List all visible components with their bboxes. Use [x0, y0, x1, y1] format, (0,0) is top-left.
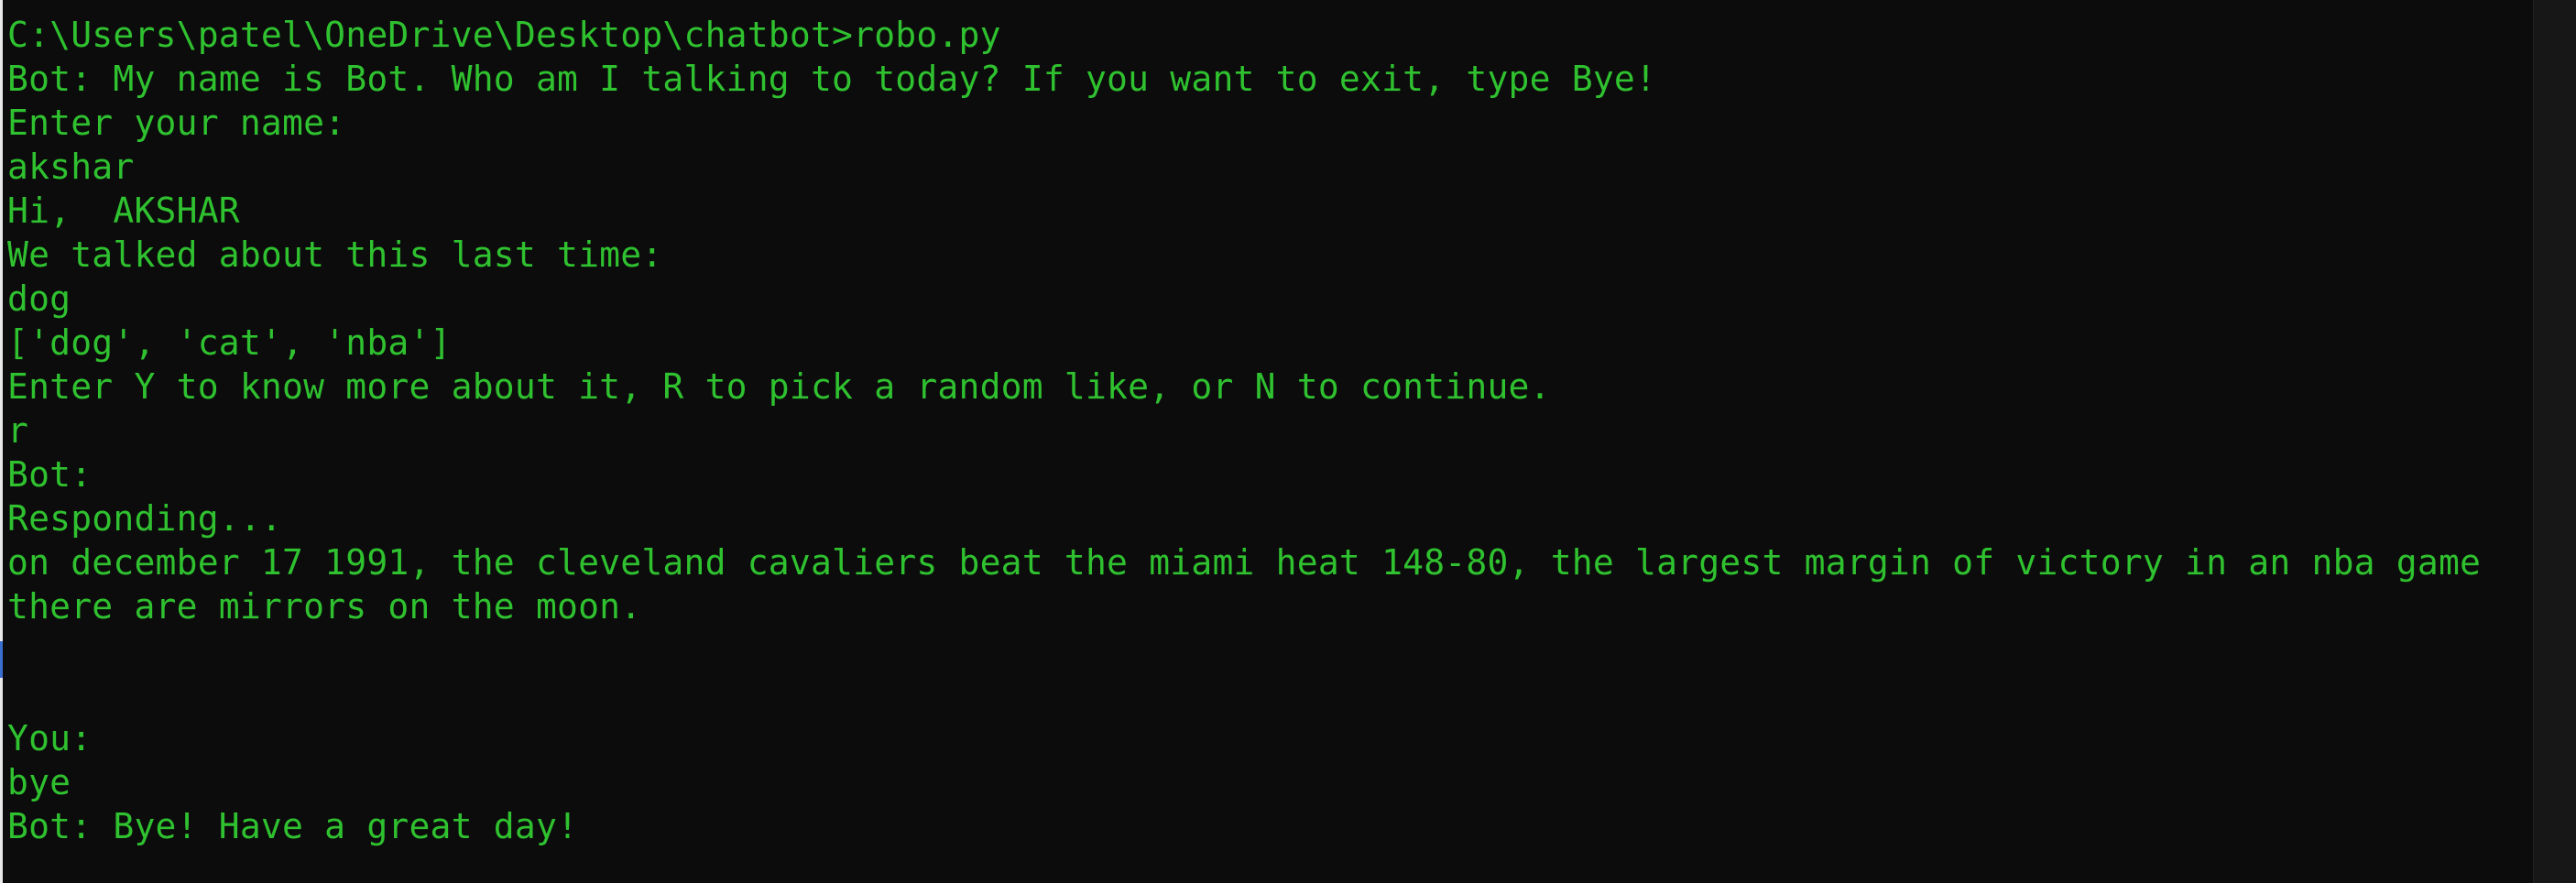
output-line: We talked about this last time:: [7, 234, 663, 275]
output-line: Bot: Bye! Have a great day!: [7, 806, 579, 846]
output-line: dog: [7, 278, 71, 319]
output-line: Enter Y to know more about it, R to pick…: [7, 366, 1551, 407]
output-line: Bot: My name is Bot. Who am I talking to…: [7, 59, 1657, 99]
user-input-line: bye: [7, 762, 71, 802]
output-line: ['dog', 'cat', 'nba']: [7, 322, 452, 363]
window-left-edge: [0, 0, 3, 883]
output-line: You:: [7, 718, 93, 758]
output-line: there are mirrors on the moon.: [7, 586, 642, 627]
output-line: Responding...: [7, 498, 283, 539]
user-input-line: akshar: [7, 147, 135, 187]
output-line: Enter your name:: [7, 103, 346, 143]
output-line: on december 17 1991, the cleveland caval…: [7, 542, 2482, 583]
output-line: Bot:: [7, 454, 93, 495]
terminal-output: C:\Users\patel\OneDrive\Desktop\chatbot>…: [7, 13, 2481, 848]
user-input-line: r: [7, 410, 29, 451]
terminal-window[interactable]: C:\Users\patel\OneDrive\Desktop\chatbot>…: [0, 0, 2534, 883]
output-line: Hi, AKSHAR: [7, 191, 240, 231]
prompt-line: C:\Users\patel\OneDrive\Desktop\chatbot>…: [7, 15, 1001, 55]
blank-line: [7, 672, 2481, 716]
vertical-scrollbar[interactable]: [2533, 0, 2576, 883]
edge-marker: [0, 641, 3, 678]
blank-line: [7, 628, 2481, 672]
